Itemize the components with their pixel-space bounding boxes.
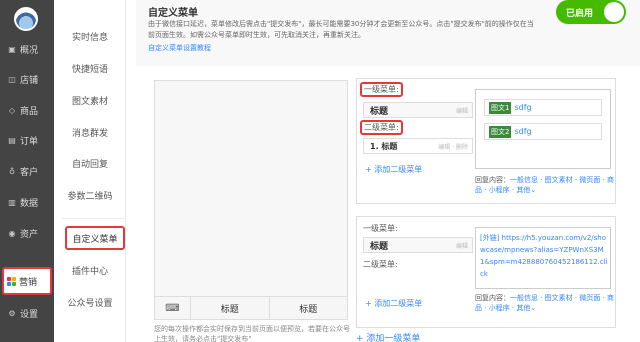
subnav-item-broadcast[interactable]: 消息群发 [54,126,126,139]
external-link[interactable]: [外链] https://h5.youzan.com/v2/showcase/m… [480,232,608,280]
nav-item-label: 订单 [20,136,39,147]
nav-item-orders[interactable]: ▤ 订单 [0,127,54,153]
edit-link[interactable]: 编辑 [456,106,468,115]
nav-item-marketing[interactable]: 营销 [2,267,52,295]
data-chart-icon: ▥ [8,197,16,207]
toggle-label: 已启用 [566,8,594,19]
subnav-item-auto-reply[interactable]: 自动回复 [54,157,126,170]
page-description: 由于微信接口延迟，菜单修改后需点击"提交发布"，最长可能需要30分钟才会更新至公… [148,20,534,39]
edit-link[interactable]: 编辑 [456,241,468,250]
nav-item-assets[interactable]: ◉ 资产 [0,220,54,246]
settings-gear-icon: ⚙ [8,308,16,318]
reply-label: 回复内容： [475,294,510,302]
article-title[interactable]: sdfg [514,103,531,112]
menu-title: 标题 [370,241,389,252]
nav-item-goods[interactable]: ◇ 商品 [0,97,54,123]
nav-item-label: 设置 [20,309,39,320]
add-submenu-link[interactable]: + 添加二级菜单 [365,164,422,175]
keyboard-icon: ⌨ [155,297,191,319]
article-title[interactable]: sdfg [514,127,531,136]
store-icon: ◫ [8,74,16,84]
reply-content-options: 回复内容：一般信息 · 图文素材 · 微页面 · 商品 · 小程序 · 其他⌄ [475,175,615,195]
nav-item-label: 资产 [20,229,39,240]
article-tag: 图文2 [489,125,512,138]
level1-menu-row[interactable]: 标题 编辑 [363,237,473,253]
nav-item-data[interactable]: ▥ 数据 [0,189,54,215]
article-item[interactable]: 图文2 sdfg [484,123,602,140]
level1-menu-label: 一级菜单: [363,224,398,233]
menu-card-2: 一级菜单: 标题 编辑 二级菜单: + 添加二级菜单 [外链] https://… [356,216,616,328]
level1-menu-label: 一级菜单: [360,82,403,97]
submenu-title: 1. 标题 [370,141,398,151]
shop-logo[interactable] [14,7,38,31]
nav-item-store[interactable]: ◫ 店铺 [0,66,54,92]
page-header: 自定义菜单 由于微信接口延迟，菜单修改后需点击"提交发布"，最长可能需要30分钟… [136,0,640,66]
nav-item-label: 商品 [20,106,39,117]
nav-item-settings[interactable]: ⚙ 设置 [0,300,54,326]
reply-label: 回复内容： [475,176,510,184]
subnav-item-plugins[interactable]: 插件中心 [54,264,126,277]
reply-content-options: 回复内容：一般信息 · 图文素材 · 微页面 · 商品 · 小程序 · 其他⌄ [475,293,615,313]
menu-card-1: 一级菜单: 标题 编辑 二级菜单: 1. 标题 编辑 · 删除 + 添加二级菜单… [356,78,616,204]
submenu-ops[interactable]: 编辑 · 删除 [438,142,468,151]
menu-enabled-toggle[interactable]: 已启用 [556,0,626,24]
nav-item-label: 概况 [20,45,39,56]
article-item[interactable]: 图文1 sdfg [484,99,602,116]
level2-menu-row[interactable]: 1. 标题 编辑 · 删除 [363,138,473,154]
assets-icon: ◉ [8,228,16,238]
subnav-item-account-settings[interactable]: 公众号设置 [54,296,126,309]
toggle-knob [604,2,624,22]
overview-icon: ▣ [8,44,16,54]
level2-menu-label: 二级菜单: [360,120,403,135]
secondary-sidebar: 实时信息 快捷短语 图文素材 消息群发 自动回复 参数二维码 插件中心 公众号设… [54,0,126,342]
nav-item-label: 营销 [19,277,38,288]
preview-menu-item[interactable]: 标题 [270,297,348,319]
nav-item-customers[interactable]: ♁ 客户 [0,158,54,184]
article-tag: 图文1 [489,101,512,114]
page-title: 自定义菜单 [148,8,198,19]
goods-icon: ◇ [8,105,16,115]
reply-content-box: [外链] https://h5.youzan.com/v2/showcase/m… [475,227,611,289]
nav-item-label: 客户 [20,167,39,178]
main-sidebar: ▣ 概况 ◫ 店铺 ◇ 商品 ▤ 订单 ♁ 客户 ▥ 数据 ◉ 资产 营销 ⚙ … [0,0,54,342]
subnav-item-realtime[interactable]: 实时信息 [54,30,126,43]
tutorial-link[interactable]: 自定义菜单设置教程 [148,43,211,53]
orders-icon: ▤ [8,135,16,145]
nav-item-overview[interactable]: ▣ 概况 [0,36,54,62]
subnav-item-articles[interactable]: 图文素材 [54,94,126,107]
menu-title: 标题 [370,106,389,117]
customer-icon: ♁ [9,166,15,176]
subnav-divider [62,218,126,219]
subnav-item-qrcode[interactable]: 参数二维码 [54,189,126,202]
marketing-grid-icon [7,276,16,286]
add-level1-menu-link[interactable]: + 添加一级菜单 [356,331,420,342]
phone-menu-bar: ⌨ 标题 标题 [154,296,348,320]
preview-note: 您的每次操作都会实时保存到当前页面以便预览，若要在公众号上生效，请务必点击"提交… [154,325,350,342]
level1-menu-row[interactable]: 标题 编辑 [363,102,473,118]
preview-menu-item[interactable]: 标题 [191,297,270,319]
nav-item-label: 数据 [20,198,39,209]
level2-menu-label: 二级菜单: [363,260,398,269]
phone-preview [154,80,348,320]
subnav-item-custom-menu[interactable]: 自定义菜单 [65,226,125,250]
reply-content-box: 图文1 sdfg 图文2 sdfg [475,89,611,169]
subnav-item-quick-phrases[interactable]: 快捷短语 [54,62,126,75]
nav-item-label: 店铺 [20,75,39,86]
add-submenu-link[interactable]: + 添加二级菜单 [365,298,422,309]
